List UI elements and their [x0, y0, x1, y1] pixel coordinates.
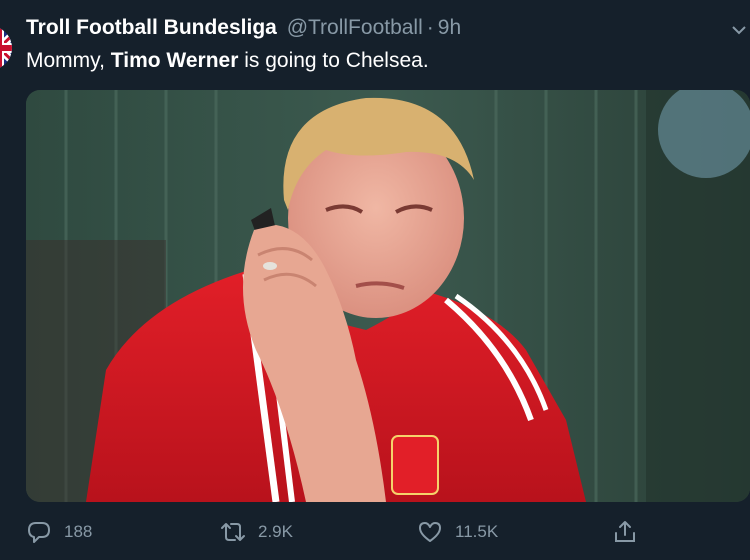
union-jack-avatar-image	[0, 26, 12, 70]
retweet-button[interactable]: 2.9K	[220, 514, 293, 550]
tweet[interactable]: Troll Football Bundesliga @TrollFootball…	[0, 0, 750, 560]
tweet-text-end: is going to Chelsea.	[238, 49, 429, 72]
tweet-header: Troll Football Bundesliga @TrollFootball…	[26, 14, 461, 42]
share-button[interactable]	[612, 514, 650, 550]
reply-button[interactable]: 188	[26, 514, 92, 550]
reply-count: 188	[64, 522, 93, 541]
chevron-down-icon	[732, 22, 746, 38]
tweet-text: Mommy, Timo Werner is going to Chelsea.	[26, 47, 429, 75]
separator-dot: ·	[426, 16, 434, 39]
retweet-icon	[221, 523, 245, 541]
author-display-name[interactable]: Troll Football Bundesliga	[26, 16, 277, 39]
heart-icon	[419, 522, 441, 542]
tweet-timestamp[interactable]: 9h	[438, 16, 461, 39]
tweet-text-start: Mommy,	[26, 49, 111, 72]
like-button[interactable]: 11.5K	[417, 514, 498, 550]
like-count: 11.5K	[455, 522, 499, 541]
tweet-text-mention: Timo Werner	[110, 49, 239, 72]
avatar[interactable]	[0, 26, 12, 70]
tweet-photo[interactable]	[26, 90, 750, 502]
tweet-actions: 188 2.9K 11.5K	[0, 514, 750, 550]
author-handle[interactable]: @TrollFootball	[287, 16, 423, 39]
retweet-count: 2.9K	[258, 522, 293, 541]
reply-icon	[28, 522, 50, 543]
crying-fan-photo	[26, 90, 750, 502]
more-options-button[interactable]	[732, 22, 746, 38]
share-icon	[615, 521, 635, 542]
